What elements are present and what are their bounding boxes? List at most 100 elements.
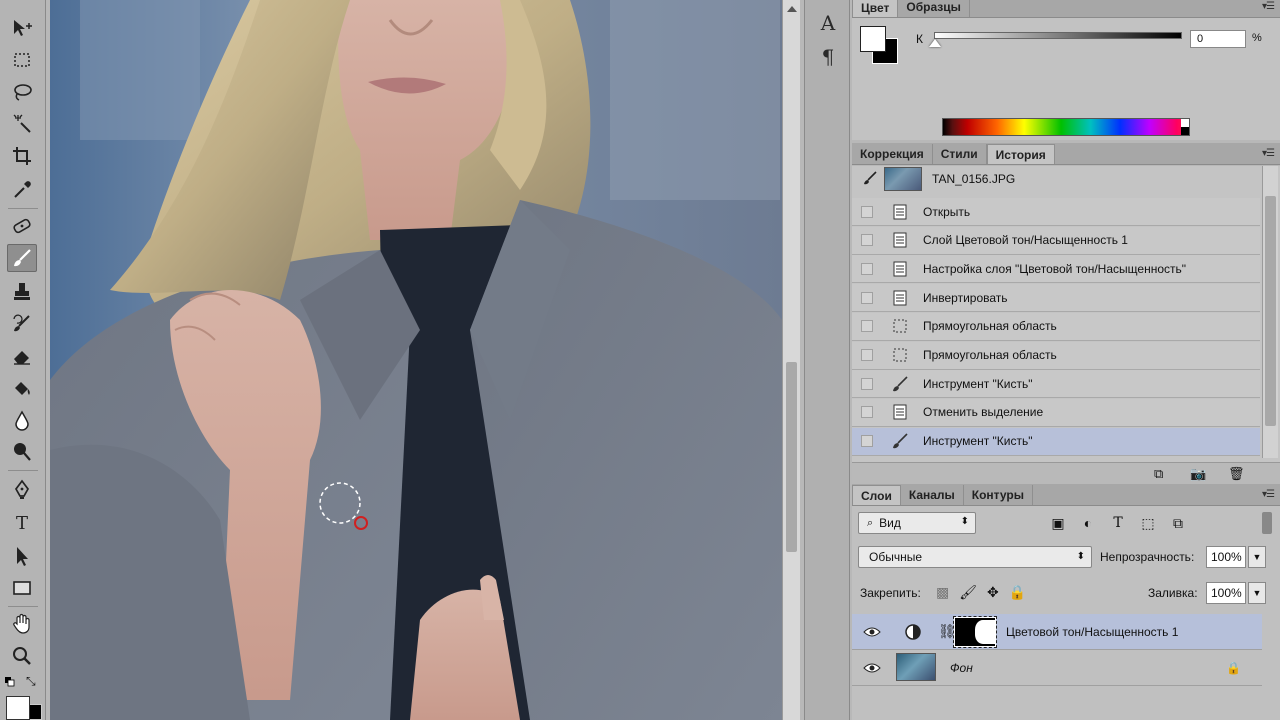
layer-row-background[interactable]: Фон 🔒 [852, 650, 1262, 686]
history-source-checkbox[interactable] [861, 205, 873, 218]
layer-lock-icon: 🔒 [1226, 660, 1241, 675]
history-panel-tabs: Коррекция Стили История ▾☰ [852, 143, 1280, 165]
history-item[interactable]: Инструмент "Кисть" [852, 427, 1260, 456]
tab-styles[interactable]: Стили [933, 144, 987, 164]
pen-tool-icon[interactable] [7, 476, 37, 504]
eyedropper-tool-icon[interactable] [7, 176, 37, 204]
opacity-dropdown-icon[interactable]: ▼ [1248, 546, 1266, 568]
history-scrollbar[interactable] [1262, 166, 1278, 458]
history-source-checkbox[interactable] [861, 262, 873, 275]
right-panels: Цвет Образцы ▾☰ К 0 % Коррекция Стили Ис… [852, 0, 1280, 720]
k-slider-thumb[interactable] [929, 39, 941, 47]
new-snapshot-icon[interactable]: 📷 [1190, 466, 1206, 482]
history-item-label: Прямоугольная область [923, 319, 1057, 334]
color-spectrum-ramp[interactable] [942, 118, 1190, 136]
panel-menu-icon[interactable]: ▾☰ [1262, 489, 1275, 500]
paint-bucket-tool-icon[interactable] [7, 374, 37, 402]
layer-row-adjustment[interactable]: ⛓ Цветовой тон/Насыщенность 1 [852, 614, 1262, 650]
layer-filter-select[interactable]: ⌕ Вид ⬍ [858, 512, 976, 534]
type-filter-icon[interactable]: T [1108, 514, 1128, 532]
magic-wand-tool-icon[interactable] [7, 110, 37, 138]
default-colors-icon[interactable] [5, 676, 15, 687]
history-item[interactable]: Прямоугольная область [852, 341, 1260, 370]
history-source-checkbox[interactable] [861, 234, 873, 247]
scroll-up-icon[interactable] [787, 6, 797, 12]
smart-object-filter-icon[interactable]: ⧉ [1168, 514, 1188, 532]
rect-marquee-tool-icon[interactable] [7, 46, 37, 74]
tab-adjustments[interactable]: Коррекция [852, 144, 933, 164]
shape-filter-icon[interactable]: ⬚ [1138, 514, 1158, 532]
history-item[interactable]: Открыть [852, 198, 1260, 226]
visibility-eye-icon[interactable] [862, 622, 882, 642]
brush-tool-icon[interactable] [7, 244, 37, 272]
tab-swatches[interactable]: Образцы [898, 0, 970, 17]
lock-all-icon[interactable]: 🔒 [1009, 584, 1026, 601]
lasso-tool-icon[interactable] [7, 78, 37, 106]
eraser-tool-icon[interactable] [7, 342, 37, 370]
history-snapshot[interactable]: TAN_0156.JPG [852, 166, 1260, 192]
history-item[interactable]: Настройка слоя "Цветовой тон/Насыщенност… [852, 255, 1260, 284]
history-brush-tool-icon[interactable] [7, 310, 37, 338]
image-canvas[interactable] [50, 0, 782, 720]
swap-colors-icon[interactable]: ⤡ [26, 674, 40, 688]
adjustment-filter-icon[interactable]: ◐ [1078, 514, 1098, 532]
fill-dropdown-icon[interactable]: ▼ [1248, 582, 1266, 604]
zoom-tool-icon[interactable] [7, 642, 37, 670]
history-item[interactable]: Инструмент "Кисть" [852, 370, 1260, 399]
tab-layers[interactable]: Слои [852, 485, 901, 505]
character-panel-icon[interactable]: A [815, 10, 841, 36]
fill-input[interactable]: 100% [1206, 582, 1246, 604]
lock-position-icon[interactable]: ✥ [987, 584, 999, 601]
pixel-filter-icon[interactable]: ▣ [1048, 514, 1068, 532]
visibility-eye-icon[interactable] [862, 658, 882, 678]
panel-menu-icon[interactable]: ▾☰ [1262, 1, 1275, 12]
history-source-checkbox[interactable] [861, 435, 873, 448]
history-source-checkbox[interactable] [861, 406, 873, 419]
history-item[interactable]: Слой Цветовой тон/Насыщенность 1 [852, 226, 1260, 255]
blur-tool-icon[interactable] [7, 406, 37, 434]
hue-saturation-adjustment-icon [904, 623, 922, 641]
lock-transparent-icon[interactable]: ▩ [936, 584, 949, 601]
crop-tool-icon[interactable] [7, 142, 37, 170]
history-item-label: Инструмент "Кисть" [923, 376, 1033, 391]
history-source-checkbox[interactable] [861, 291, 873, 304]
canvas-vertical-scrollbar[interactable] [782, 0, 800, 720]
layer-name: Фон [950, 660, 973, 675]
spot-healing-tool-icon[interactable] [7, 212, 37, 240]
opacity-input[interactable]: 100% [1206, 546, 1246, 568]
rectangle-shape-tool-icon[interactable] [7, 574, 37, 602]
new-document-from-state-icon[interactable]: ⧉ [1154, 466, 1163, 482]
history-source-checkbox[interactable] [861, 320, 873, 333]
dodge-tool-icon[interactable] [7, 438, 37, 466]
history-source-checkbox[interactable] [861, 349, 873, 361]
tab-channels[interactable]: Каналы [901, 485, 964, 505]
opacity-label: Непрозрачность: [1100, 550, 1195, 564]
foreground-color-swatch[interactable] [860, 26, 886, 52]
history-item[interactable]: Отменить выделение [852, 398, 1260, 427]
paragraph-panel-icon[interactable]: ¶ [815, 44, 841, 70]
filter-toggle[interactable] [1262, 512, 1272, 534]
history-source-checkbox[interactable] [861, 377, 873, 390]
tab-color[interactable]: Цвет [852, 0, 899, 17]
layer-mask-thumbnail[interactable] [953, 616, 997, 648]
k-value-input[interactable]: 0 [1190, 30, 1246, 48]
tab-paths[interactable]: Контуры [964, 485, 1033, 505]
history-item[interactable]: Прямоугольная область [852, 312, 1260, 341]
collapsed-panel-dock: A ¶ [804, 0, 850, 720]
hand-tool-icon[interactable] [7, 610, 37, 638]
lock-image-icon[interactable]: 🖌 [959, 584, 977, 601]
blend-mode-select[interactable]: Обычные ⬍ [858, 546, 1092, 568]
clone-stamp-tool-icon[interactable] [7, 278, 37, 306]
tab-history[interactable]: История [986, 144, 1055, 164]
scrollbar-thumb[interactable] [786, 362, 797, 552]
foreground-color-swatch[interactable] [6, 696, 30, 720]
delete-state-icon[interactable]: 🗑 [1228, 466, 1245, 482]
scrollbar-thumb[interactable] [1265, 196, 1276, 426]
type-tool-icon[interactable]: T [7, 508, 37, 536]
history-item[interactable]: Инвертировать [852, 284, 1260, 313]
panel-menu-icon[interactable]: ▾☰ [1262, 148, 1275, 159]
history-brush-source-icon[interactable] [862, 170, 878, 189]
move-tool-icon[interactable] [7, 14, 37, 42]
path-selection-tool-icon[interactable] [7, 542, 37, 570]
k-slider-track[interactable] [934, 32, 1182, 39]
